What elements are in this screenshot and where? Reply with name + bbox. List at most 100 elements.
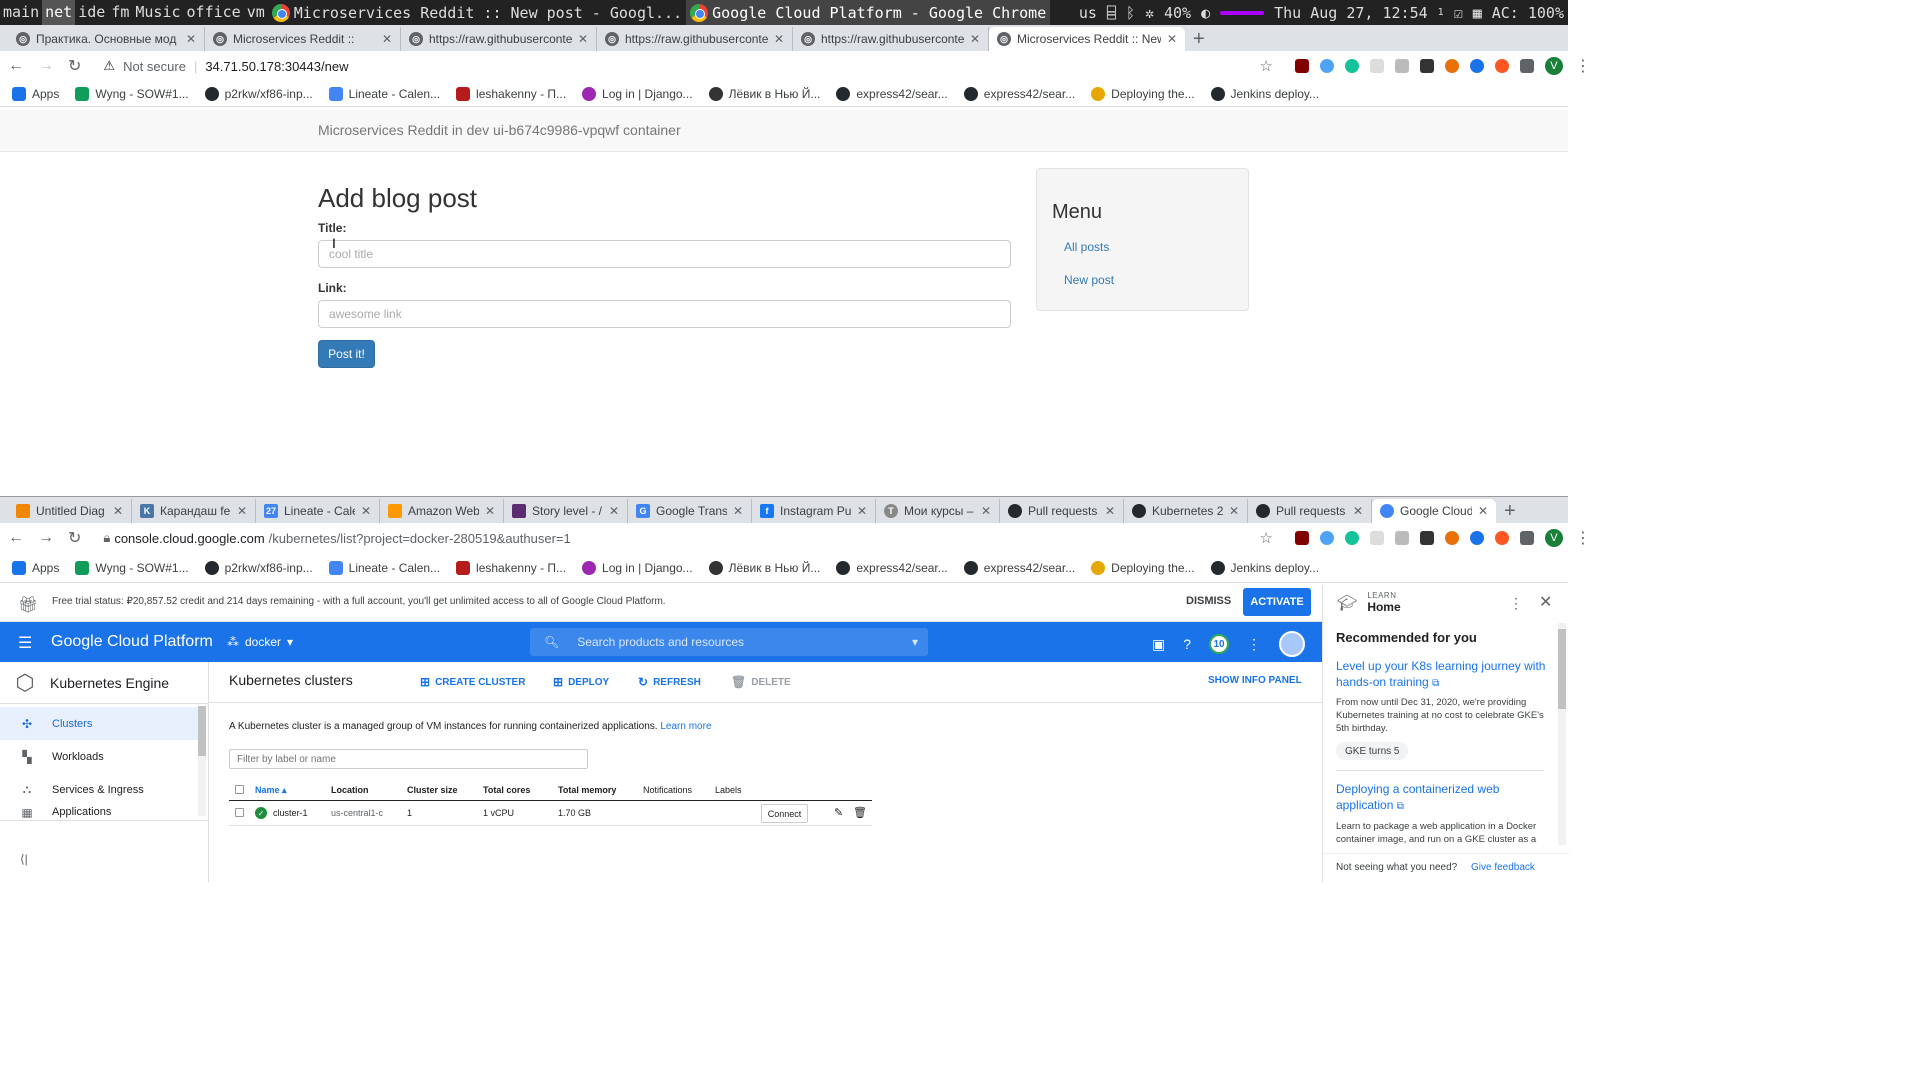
delete-icon[interactable]: 🗑︎ bbox=[853, 806, 867, 819]
bookmark-star-icon[interactable]: ☆ bbox=[1259, 57, 1272, 75]
extension-icon[interactable] bbox=[1369, 531, 1384, 545]
forward-icon[interactable]: → bbox=[38, 57, 54, 75]
collapse-nav-icon[interactable]: ⟨| bbox=[20, 852, 28, 866]
extension-icon[interactable] bbox=[1494, 531, 1509, 545]
learn-link-deploying[interactable]: Deploying a containerized web applicatio… bbox=[1336, 781, 1546, 815]
bookmark-item[interactable]: p2rkw/xf86-inp... bbox=[204, 86, 313, 101]
give-feedback-link[interactable]: Give feedback bbox=[1471, 862, 1535, 873]
bookmark-item[interactable]: express42/sear... bbox=[963, 560, 1075, 575]
tab[interactable]: G Google Transl ✕ bbox=[628, 499, 752, 523]
help-icon[interactable]: ? bbox=[1183, 636, 1191, 652]
extension-icon[interactable] bbox=[1319, 531, 1334, 545]
title-input[interactable] bbox=[318, 240, 1011, 268]
connect-button[interactable]: Connect bbox=[761, 804, 808, 823]
window-gcp[interactable]: Google Cloud Platform - Google Chrome bbox=[686, 0, 1051, 25]
row-checkbox[interactable] bbox=[235, 808, 244, 817]
bookmark-item[interactable]: express42/sear... bbox=[836, 560, 948, 575]
notifications-badge[interactable]: 10 bbox=[1209, 634, 1230, 654]
workspace-office[interactable]: office bbox=[184, 0, 244, 25]
bookmark-item[interactable]: Wyng - SOW#1... bbox=[75, 560, 189, 575]
bookmark-item[interactable]: Lineate - Calen... bbox=[328, 560, 440, 575]
bookmark-item[interactable]: Apps bbox=[12, 86, 59, 101]
bookmark-item[interactable]: p2rkw/xf86-inp... bbox=[204, 560, 313, 575]
bluetooth-icon[interactable]: ᛒ bbox=[1126, 4, 1135, 22]
workspace-fm[interactable]: fm bbox=[108, 0, 132, 25]
bookmark-item[interactable]: Jenkins deploy... bbox=[1210, 560, 1319, 575]
close-icon[interactable]: ✕ bbox=[774, 32, 784, 46]
activate-button[interactable]: ACTIVATE bbox=[1243, 588, 1311, 616]
bookmark-item[interactable]: Лёвик в Нью Й... bbox=[708, 560, 820, 575]
bookmark-item[interactable]: Apps bbox=[12, 560, 59, 575]
extension-icon[interactable] bbox=[1369, 59, 1384, 73]
ublock-icon[interactable] bbox=[1294, 59, 1309, 73]
new-tab-button[interactable]: + bbox=[1185, 27, 1213, 51]
bookmark-item[interactable]: Лёвик в Нью Й... bbox=[708, 86, 820, 101]
close-icon[interactable]: ✕ bbox=[382, 32, 392, 46]
nav-item-applications[interactable]: ▦ Applications bbox=[0, 806, 199, 818]
hamburger-menu-icon[interactable]: ☰ bbox=[18, 633, 32, 653]
checkbox-icon[interactable]: ☑ bbox=[1454, 4, 1463, 22]
account-avatar[interactable] bbox=[1279, 631, 1306, 657]
address-bar[interactable]: 🔒︎ console.cloud.google.com/kubernetes/l… bbox=[95, 526, 1245, 550]
window-reddit[interactable]: Microservices Reddit :: New post - Googl… bbox=[268, 0, 686, 25]
bookmark-item[interactable]: Log in | Django... bbox=[582, 560, 693, 575]
bookmark-item[interactable]: leshakenny - П... bbox=[456, 86, 566, 101]
tab[interactable]: ◎ Microservices Reddit :: ✕ bbox=[205, 27, 401, 51]
nav-scrollbar[interactable] bbox=[198, 706, 206, 816]
tab[interactable]: Pull requests ✕ bbox=[1248, 499, 1372, 523]
extension-icon[interactable] bbox=[1394, 59, 1409, 73]
navbar-brand[interactable]: Microservices Reddit in dev ui-b674c9986… bbox=[318, 122, 681, 138]
close-icon[interactable]: ✕ bbox=[361, 504, 371, 518]
refresh-button[interactable]: ↻ REFRESH bbox=[638, 675, 701, 689]
bookmark-item[interactable]: Log in | Django... bbox=[582, 86, 693, 101]
gcp-logo[interactable]: Google Cloud Platform bbox=[51, 633, 213, 651]
close-icon[interactable]: ✕ bbox=[1478, 504, 1488, 518]
tab[interactable]: ◎ https://raw.githubuserconte ✕ bbox=[597, 27, 793, 51]
gke-chip[interactable]: GKE turns 5 bbox=[1336, 742, 1409, 760]
close-icon[interactable]: ✕ bbox=[981, 504, 991, 518]
profile-avatar[interactable]: V bbox=[1544, 529, 1563, 547]
menu-link-all-posts[interactable]: All posts bbox=[1064, 240, 1109, 254]
dismiss-button[interactable]: DISMISS bbox=[1186, 595, 1231, 607]
ublock-icon[interactable] bbox=[1294, 531, 1309, 545]
bookmark-item[interactable]: express42/sear... bbox=[836, 86, 948, 101]
close-icon[interactable]: ✕ bbox=[857, 504, 867, 518]
bookmark-item[interactable]: Jenkins deploy... bbox=[1210, 86, 1319, 101]
close-icon[interactable]: ✕ bbox=[113, 504, 123, 518]
learn-more-link[interactable]: Learn more bbox=[660, 721, 711, 732]
tab[interactable]: f Instagram Pu ✕ bbox=[752, 499, 876, 523]
menu-link-new-post[interactable]: New post bbox=[1064, 273, 1114, 287]
post-button[interactable]: Post it! bbox=[318, 340, 375, 368]
extension-icon[interactable] bbox=[1494, 59, 1509, 73]
book-icon[interactable] bbox=[1419, 59, 1434, 73]
nav-item-services[interactable]: ⛬ Services & Ingress bbox=[0, 773, 199, 806]
column-total-memory[interactable]: Total memory bbox=[558, 785, 616, 795]
create-cluster-button[interactable]: ⊞ CREATE CLUSTER bbox=[420, 675, 525, 689]
puzzle-icon[interactable] bbox=[1519, 59, 1534, 73]
puzzle-icon[interactable] bbox=[1519, 531, 1534, 545]
bookmark-item[interactable]: Wyng - SOW#1... bbox=[75, 86, 189, 101]
cloud-shell-icon[interactable]: ▣ bbox=[1152, 636, 1165, 653]
reload-icon[interactable]: ↻ bbox=[68, 528, 81, 548]
workspace-music[interactable]: Music bbox=[132, 0, 183, 25]
close-icon[interactable]: ✕ bbox=[1539, 592, 1552, 612]
download-icon[interactable] bbox=[1469, 531, 1484, 545]
close-icon[interactable]: ✕ bbox=[733, 504, 743, 518]
extension-icon[interactable] bbox=[1394, 531, 1409, 545]
close-icon[interactable]: ✕ bbox=[578, 32, 588, 46]
close-icon[interactable]: ✕ bbox=[1353, 504, 1363, 518]
nav-item-clusters[interactable]: ✣ Clusters bbox=[0, 707, 199, 740]
kebab-menu-icon[interactable]: ⋮ bbox=[1574, 56, 1592, 76]
close-icon[interactable]: ✕ bbox=[609, 504, 619, 518]
close-icon[interactable]: ✕ bbox=[970, 32, 980, 46]
grid-icon[interactable]: ▦ bbox=[1473, 4, 1482, 22]
grammarly-icon[interactable] bbox=[1344, 531, 1359, 545]
back-icon[interactable]: ← bbox=[8, 57, 24, 75]
search-bar[interactable]: 🔍︎ Search products and resources ▾ bbox=[530, 628, 928, 656]
tab[interactable]: Untitled Diag ✕ bbox=[8, 499, 132, 523]
close-icon[interactable]: ✕ bbox=[1167, 32, 1177, 46]
back-icon[interactable]: ← bbox=[8, 529, 24, 547]
tab[interactable]: ◎ Практика. Основные мод ✕ bbox=[8, 27, 205, 51]
extension-icon[interactable] bbox=[1444, 531, 1459, 545]
book-icon[interactable] bbox=[1419, 531, 1434, 545]
